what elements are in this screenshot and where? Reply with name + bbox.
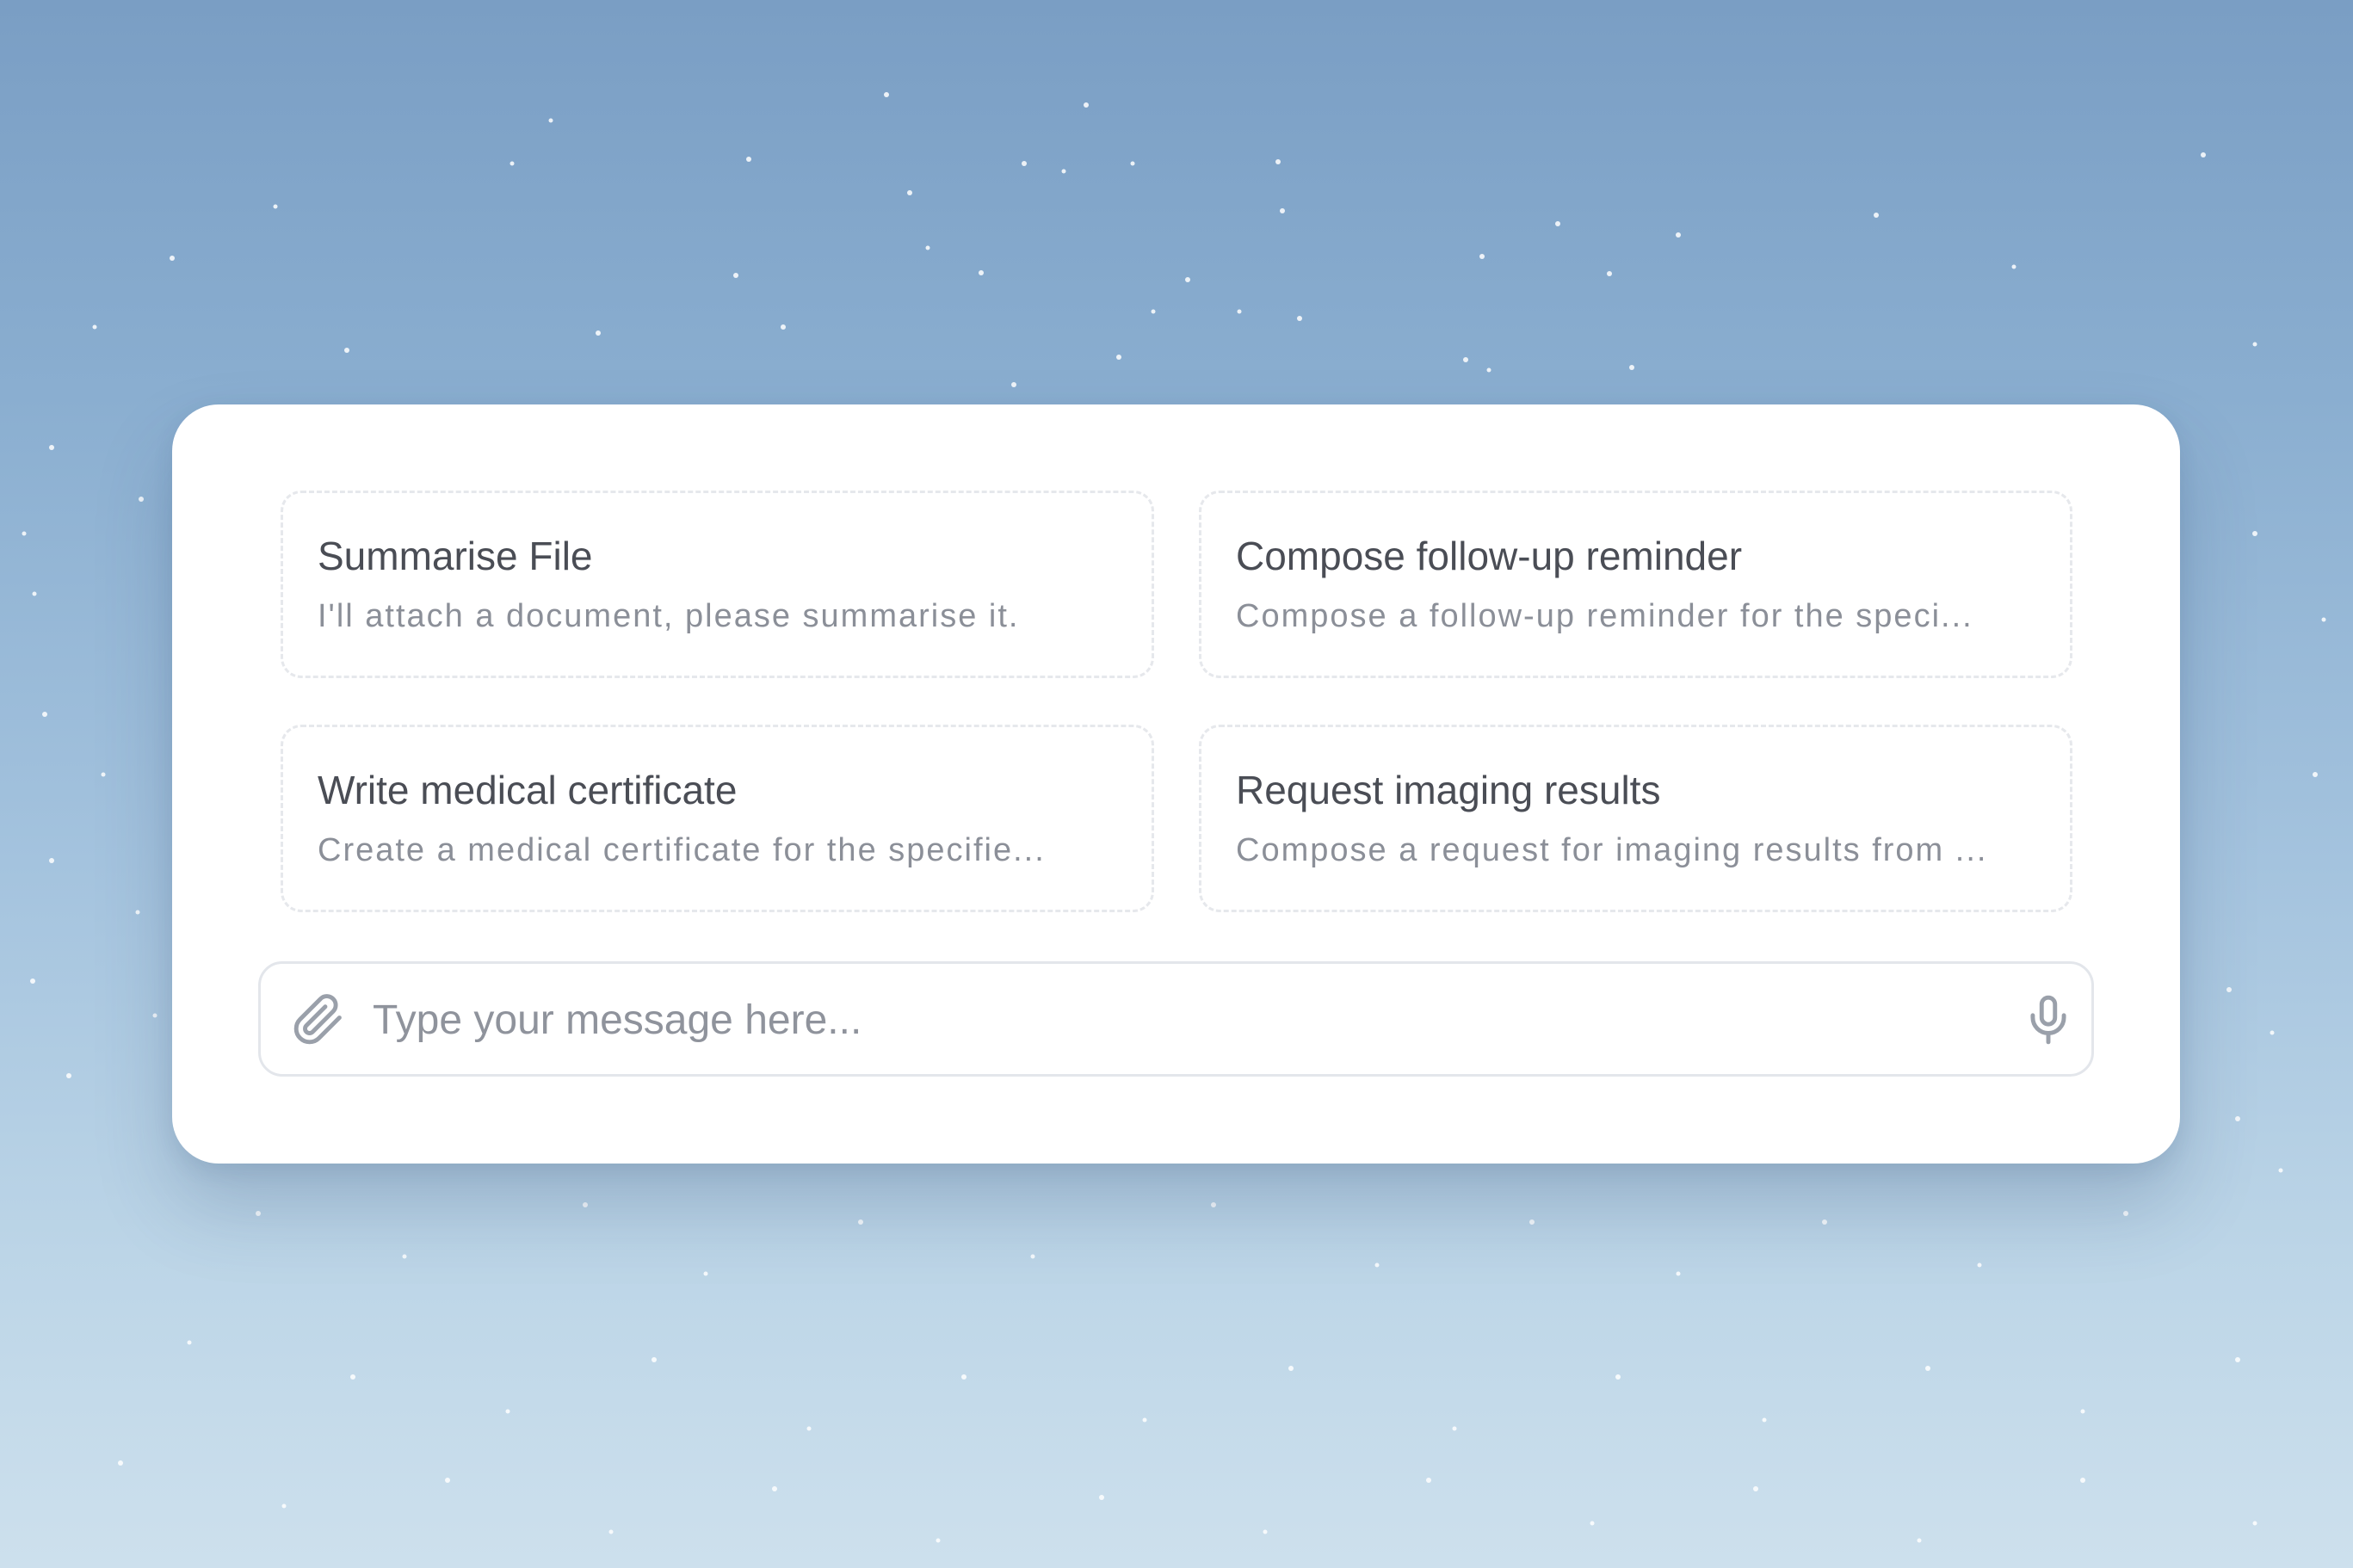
microphone-icon[interactable] — [2022, 993, 2075, 1046]
message-input[interactable] — [373, 983, 1956, 1057]
suggestion-title: Request imaging results — [1236, 768, 1661, 812]
suggestion-description: Compose a request for imaging results fr… — [1236, 832, 1988, 868]
suggestion-description: I'll attach a document, please summarise… — [318, 598, 1020, 634]
suggestion-card-summarise-file[interactable]: Summarise File I'll attach a document, p… — [281, 491, 1154, 678]
message-input-bar — [258, 961, 2094, 1077]
paperclip-icon[interactable] — [292, 993, 345, 1046]
suggestion-description: Create a medical certificate for the spe… — [318, 832, 1046, 868]
suggestion-card-imaging-results[interactable]: Request imaging results Compose a reques… — [1199, 725, 2072, 912]
chat-composer-panel: Summarise File I'll attach a document, p… — [172, 404, 2180, 1164]
suggestion-title: Summarise File — [318, 534, 593, 578]
suggestion-title: Write medical certificate — [318, 768, 738, 812]
suggestion-description: Compose a follow-up reminder for the spe… — [1236, 598, 1973, 634]
suggestion-title: Compose follow-up reminder — [1236, 534, 1743, 578]
suggestion-card-medical-certificate[interactable]: Write medical certificate Create a medic… — [281, 725, 1154, 912]
suggestion-card-follow-up-reminder[interactable]: Compose follow-up reminder Compose a fol… — [1199, 491, 2072, 678]
